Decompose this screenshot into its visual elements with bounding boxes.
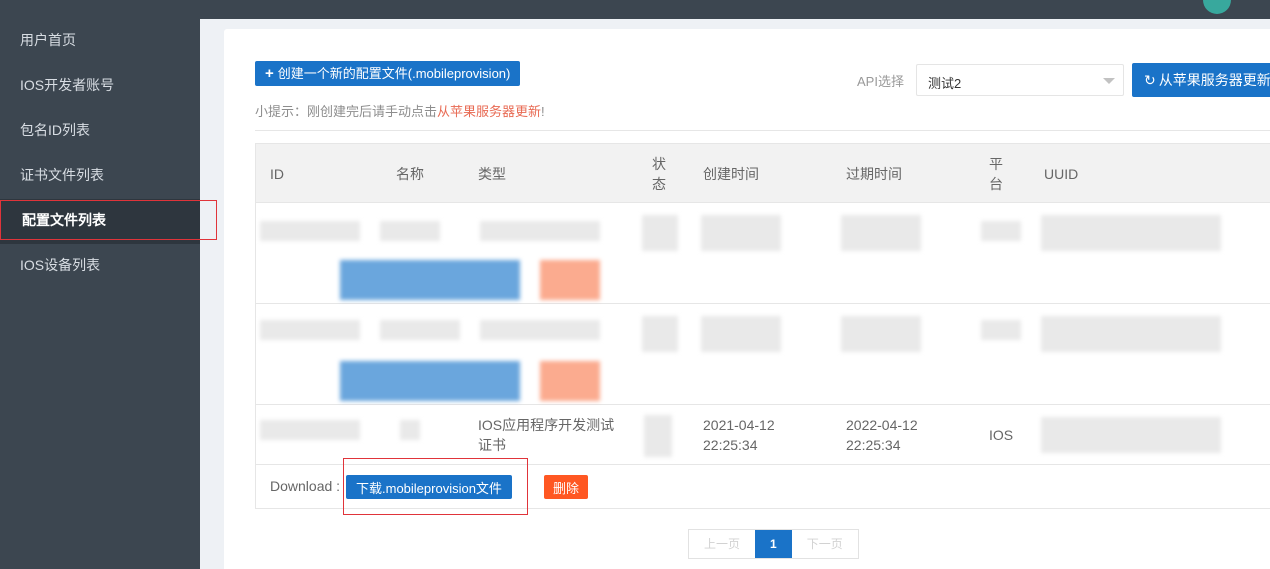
- table-row: [256, 304, 1270, 405]
- sidebar: 用户首页 IOS开发者账号 包名ID列表 证书文件列表 配置文件列表 IOS设备…: [0, 19, 217, 569]
- header-name: 名称: [396, 165, 424, 182]
- download-mobileprovision-button[interactable]: 下载.mobileprovision文件: [346, 475, 512, 499]
- pagination: 上一页 1 下一页: [688, 529, 859, 559]
- tip-suffix: !: [541, 104, 545, 119]
- table-row: [256, 203, 1270, 304]
- next-page-button[interactable]: 下一页: [791, 530, 858, 558]
- api-select[interactable]: 测试2: [916, 64, 1124, 96]
- cell-created: 2021-04-12 22:25:34: [703, 417, 775, 453]
- api-select-label: API选择: [857, 74, 904, 89]
- create-profile-label: 创建一个新的配置文件(.mobileprovision): [277, 66, 511, 81]
- download-label: Download :: [270, 478, 341, 494]
- tip-prefix: 小提示：刚创建完后请手动点击: [255, 104, 438, 119]
- main-panel: + 创建一个新的配置文件(.mobileprovision) 小提示：刚创建完后请…: [224, 29, 1270, 569]
- refresh-icon: ↻: [1144, 72, 1156, 88]
- sidebar-item-developer-accounts[interactable]: IOS开发者账号: [0, 64, 200, 109]
- tip-highlight: 从苹果服务器更新: [437, 104, 542, 119]
- sidebar-item-label: 配置文件列表: [22, 212, 106, 228]
- plus-icon: +: [265, 65, 274, 82]
- header-expires: 过期时间: [846, 165, 902, 182]
- profiles-table: ID 名称 类型 状态 创建时间 过期时间 平台 UUID IOS应用程序开发测…: [255, 143, 1270, 515]
- header-status: 状态: [652, 155, 666, 192]
- cell-expires: 2022-04-12 22:25:34: [846, 417, 918, 453]
- sidebar-item-profiles[interactable]: 配置文件列表: [0, 199, 217, 244]
- sidebar-item-bundle-ids[interactable]: 包名ID列表: [0, 109, 200, 154]
- sync-from-apple-button[interactable]: ↻ 从苹果服务器更新: [1132, 63, 1270, 97]
- header-id: ID: [270, 165, 284, 182]
- create-profile-button[interactable]: + 创建一个新的配置文件(.mobileprovision): [255, 61, 521, 86]
- api-select-value: 测试2: [928, 76, 962, 91]
- table-header: ID 名称 类型 状态 创建时间 过期时间 平台 UUID: [256, 144, 1270, 203]
- sidebar-item-label: IOS设备列表: [20, 257, 101, 273]
- header-platform: 平台: [989, 155, 1003, 192]
- sidebar-item-certificates[interactable]: 证书文件列表: [0, 154, 200, 199]
- top-bar: [0, 0, 1270, 19]
- sidebar-item-label: IOS开发者账号: [20, 77, 115, 93]
- sync-label: 从苹果服务器更新: [1158, 72, 1270, 88]
- header-type: 类型: [478, 165, 506, 182]
- sidebar-item-label: 证书文件列表: [20, 167, 104, 183]
- sidebar-item-label: 用户首页: [20, 32, 76, 48]
- cell-type: IOS应用程序开发测试证书: [478, 417, 615, 453]
- header-uuid: UUID: [1044, 165, 1079, 182]
- divider: [255, 130, 1270, 131]
- header-created: 创建时间: [703, 165, 759, 182]
- delete-button[interactable]: 删除: [544, 475, 589, 499]
- table-row: IOS应用程序开发测试证书 2021-04-12 22:25:34 2022-0…: [256, 405, 1270, 465]
- cell-platform: IOS: [989, 427, 1014, 443]
- avatar[interactable]: [1203, 0, 1231, 14]
- sidebar-item-label: 包名ID列表: [20, 122, 90, 138]
- download-row: Download : 下载.mobileprovision文件 删除: [256, 458, 1270, 515]
- caret-down-icon: [1103, 78, 1115, 84]
- current-page[interactable]: 1: [755, 530, 792, 558]
- sidebar-item-devices[interactable]: IOS设备列表: [0, 244, 200, 289]
- tip-text: 小提示：刚创建完后请手动点击从苹果服务器更新!: [255, 101, 545, 120]
- sidebar-item-home[interactable]: 用户首页: [0, 19, 200, 64]
- prev-page-button[interactable]: 上一页: [689, 530, 756, 558]
